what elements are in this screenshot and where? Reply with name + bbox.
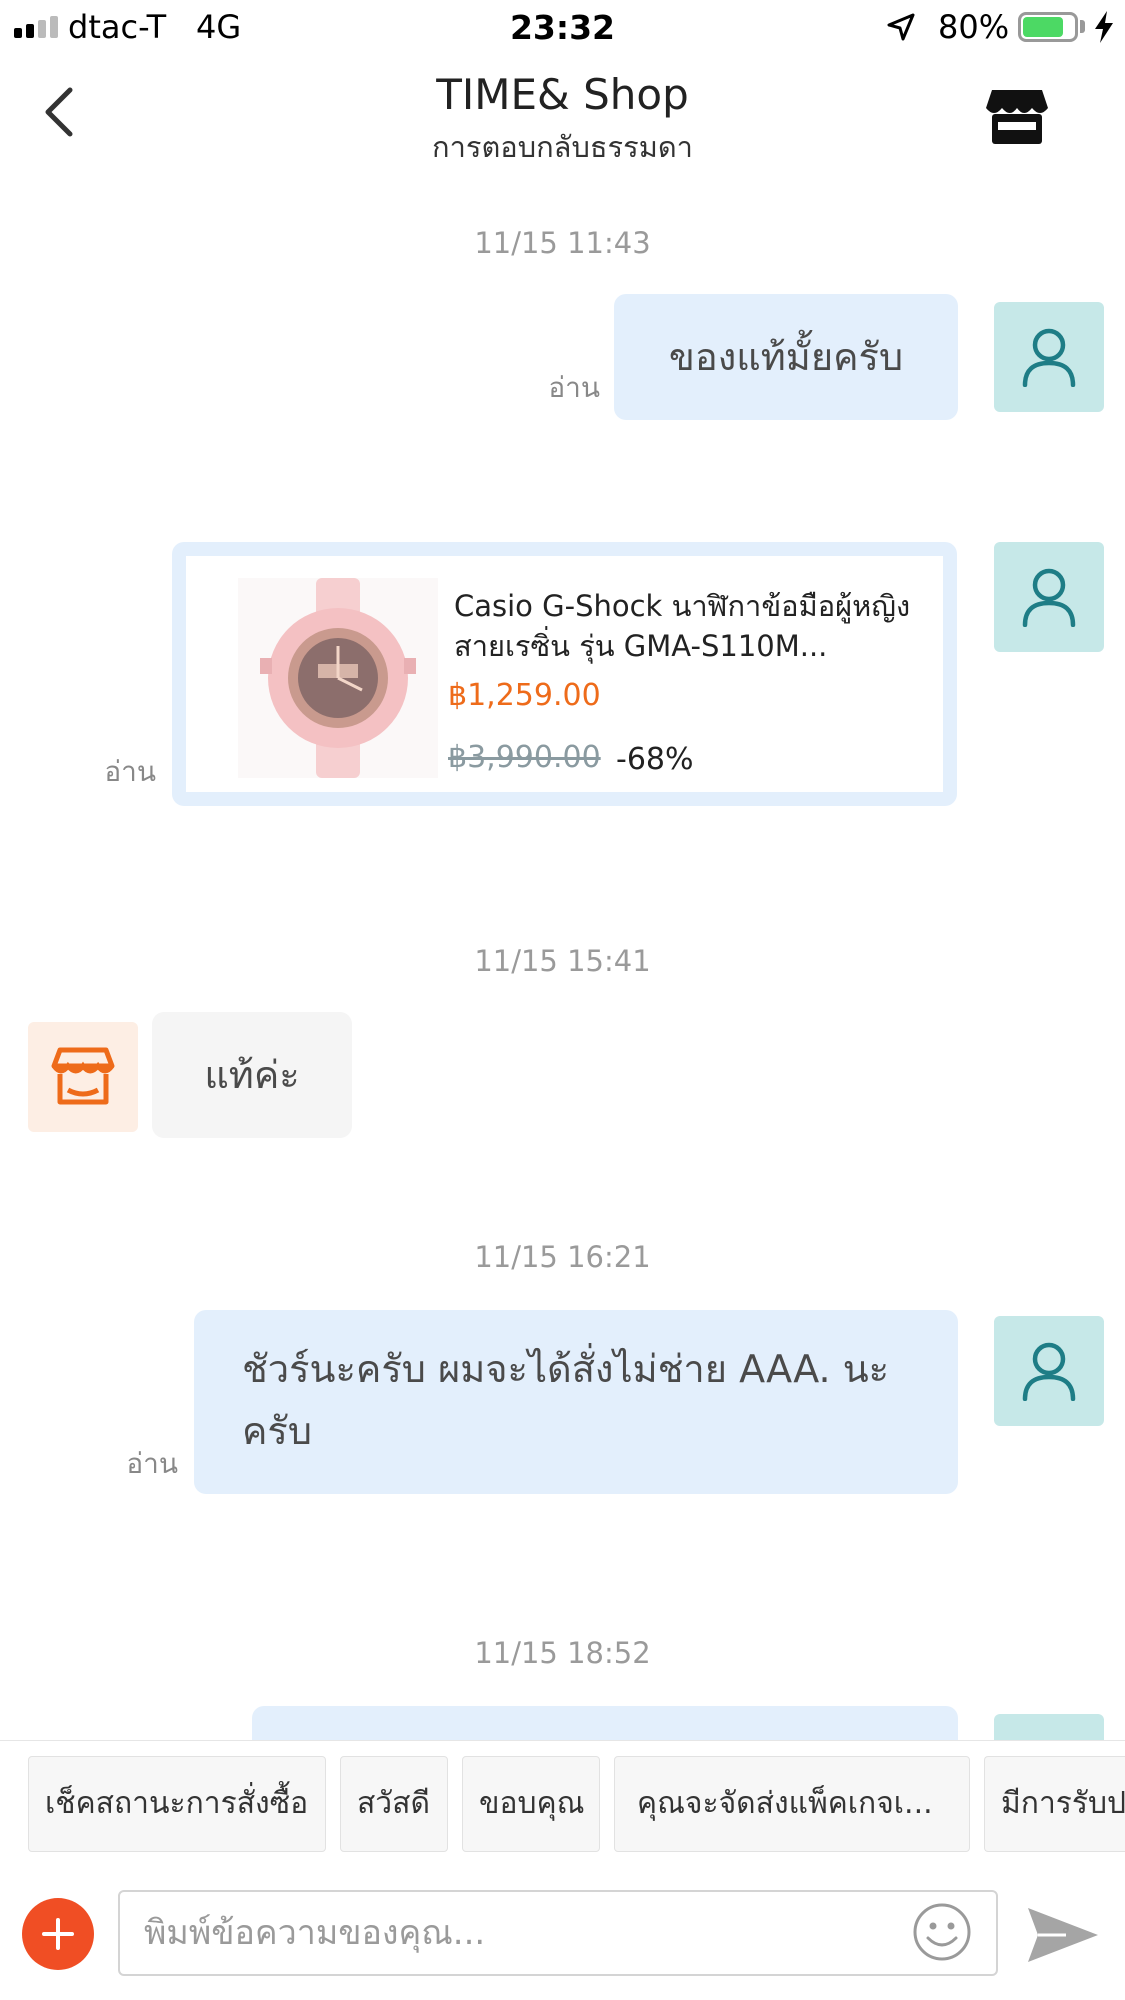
user-icon (1022, 328, 1076, 387)
message-bubble[interactable]: ของแท้มั้ยครับ (614, 294, 958, 420)
read-status: อ่าน (104, 755, 156, 788)
page-title: TIME& Shop (436, 70, 689, 119)
user-icon (1022, 568, 1076, 627)
quick-reply-chip[interactable]: สวัสดี (340, 1756, 448, 1852)
user-icon (1022, 1342, 1076, 1401)
product-card[interactable]: Casio G-Shock นาฬิกาข้อมือผู้หญิง สายเรซ… (172, 542, 957, 806)
message-bubble[interactable]: แท้ค่ะ (152, 1012, 352, 1138)
battery-tip (1080, 20, 1085, 33)
message-bubble[interactable]: ชัวร์นะครับ ผมจะได้สั่งไม่ช่าย AAA. นะคร… (194, 1310, 958, 1494)
charging-icon (1095, 11, 1113, 43)
shop-icon (51, 1047, 115, 1105)
product-card-body: Casio G-Shock นาฬิกาข้อมือผู้หญิง สายเรซ… (186, 556, 943, 792)
location-icon (887, 13, 915, 41)
read-status: อ่าน (548, 371, 600, 404)
product-price: ฿1,259.00 (448, 678, 601, 713)
read-status: อ่าน (126, 1447, 178, 1480)
product-name: Casio G-Shock นาฬิกาข้อมือผู้หญิง สายเรซ… (454, 589, 911, 663)
message-timestamp: 11/15 18:52 (474, 1636, 651, 1670)
plus-icon (42, 1918, 74, 1950)
status-bar: dtac-T 4G 23:32 80% (0, 0, 1125, 56)
message-timestamp: 11/15 11:43 (474, 226, 651, 260)
user-avatar (994, 1316, 1104, 1426)
add-button[interactable] (22, 1898, 94, 1970)
user-avatar (994, 302, 1104, 412)
user-avatar (994, 542, 1104, 652)
shop-icon[interactable] (984, 84, 1050, 150)
shop-avatar (28, 1022, 138, 1132)
send-icon[interactable] (1026, 1904, 1100, 1966)
product-image (238, 578, 438, 778)
message-timestamp: 11/15 16:21 (474, 1240, 651, 1274)
quick-reply-chip[interactable]: คุณจะจัดส่งแพ็คเกจเ... (614, 1756, 970, 1852)
quick-reply-chip[interactable]: เช็คสถานะการสั่งซื้อ (28, 1756, 326, 1852)
quick-reply-chip[interactable]: มีการรับป (984, 1756, 1125, 1852)
quick-reply-chip[interactable]: ขอบคุณ (462, 1756, 600, 1852)
emoji-icon[interactable] (912, 1902, 972, 1962)
battery-percent: 80% (938, 8, 1010, 46)
battery-icon (1018, 12, 1078, 42)
message-timestamp: 11/15 15:41 (474, 944, 651, 978)
message-input[interactable]: พิมพ์ข้อความของคุณ... (118, 1890, 998, 1976)
product-original-price: ฿3,990.00 (448, 740, 601, 775)
page-subtitle: การตอบกลับธรรมดา (432, 130, 693, 164)
product-discount: -68% (616, 742, 694, 777)
